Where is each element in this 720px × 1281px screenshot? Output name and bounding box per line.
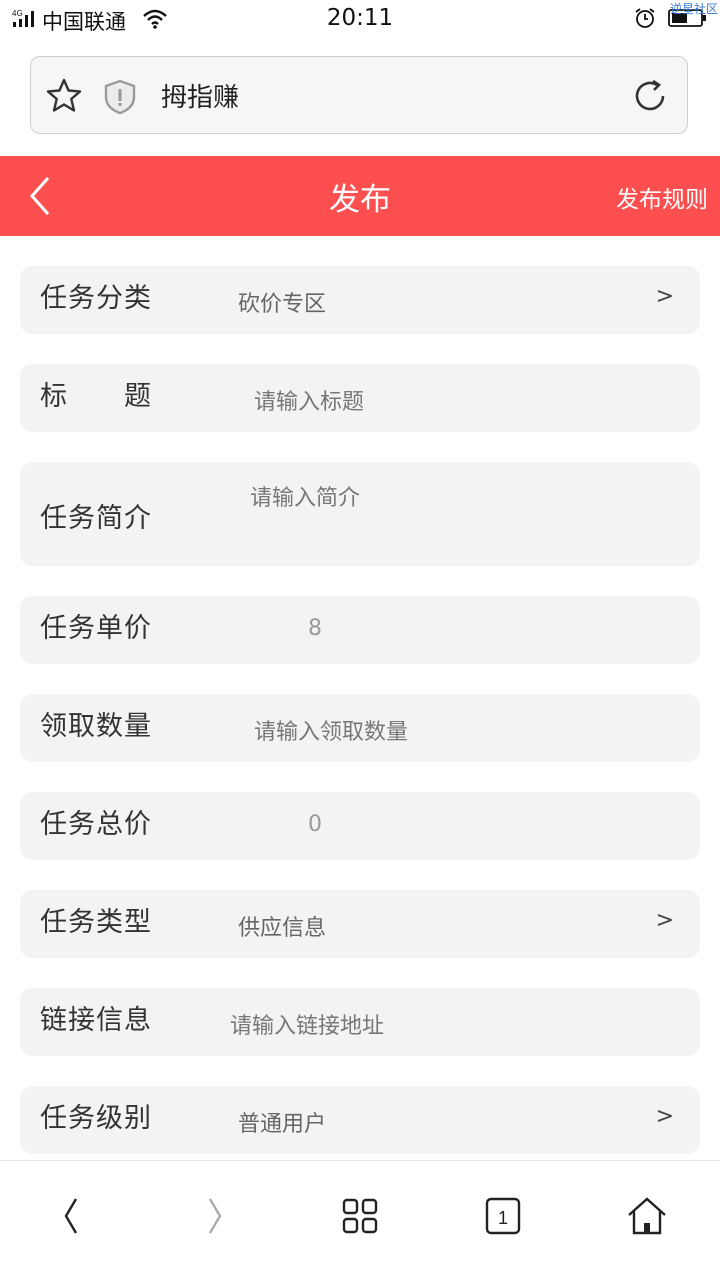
- clock-time: 20:11: [326, 5, 394, 31]
- alarm-icon: [635, 8, 655, 28]
- title-input[interactable]: 请输入标题: [254, 384, 364, 416]
- type-select[interactable]: 供应信息: [238, 910, 326, 942]
- level-select[interactable]: 普通用户: [238, 1106, 326, 1138]
- watermark-text: 逆星社区: [670, 2, 719, 16]
- title-row[interactable]: 标 题 请输入标题: [20, 364, 700, 432]
- quantity-input[interactable]: 请输入领取数量: [254, 714, 408, 746]
- page-header: 发布 发布规则: [0, 156, 720, 236]
- back-arrow-icon[interactable]: [46, 1191, 96, 1241]
- quantity-label: 领取数量: [40, 711, 152, 742]
- intro-row[interactable]: 任务简介 请输入简介: [20, 462, 700, 566]
- category-row[interactable]: 任务分类 砍价专区 >: [20, 266, 700, 334]
- status-bar: 4G 中国联通 20:11 逆星社区: [0, 0, 720, 40]
- quantity-row[interactable]: 领取数量 请输入领取数量: [20, 694, 700, 762]
- browser-bottom-bar: 1: [0, 1160, 720, 1281]
- link-input[interactable]: 请输入链接地址: [230, 1008, 384, 1040]
- title-label: 标 题: [40, 381, 152, 412]
- total-price-label: 任务总价: [40, 809, 152, 840]
- unit-price-label: 任务单价: [40, 613, 152, 644]
- intro-label: 任务简介: [40, 503, 152, 534]
- tab-count: 1: [498, 1208, 508, 1228]
- forward-arrow-icon[interactable]: [190, 1191, 240, 1241]
- tabs-icon[interactable]: 1: [478, 1191, 528, 1241]
- total-price-value: 0: [308, 812, 322, 837]
- publish-form: 任务分类 砍价专区 > 标 题 请输入标题 任务简介 请输入简介 任务单价 8 …: [20, 266, 700, 1184]
- chevron-right-icon[interactable]: >: [656, 284, 674, 309]
- shield-icon[interactable]: [103, 79, 137, 115]
- unit-price-row[interactable]: 任务单价 8: [20, 596, 700, 664]
- category-select[interactable]: 砍价专区: [238, 286, 326, 318]
- page-title: 发布: [329, 182, 391, 218]
- link-row[interactable]: 链接信息 请输入链接地址: [20, 988, 700, 1056]
- star-icon[interactable]: [45, 77, 83, 115]
- home-icon[interactable]: [622, 1191, 672, 1241]
- link-label: 链接信息: [40, 1005, 152, 1036]
- publish-rules-link[interactable]: 发布规则: [616, 180, 708, 214]
- url-bar[interactable]: 拇指赚: [30, 56, 688, 134]
- type-label: 任务类型: [40, 907, 152, 938]
- intro-textarea[interactable]: 请输入简介: [250, 480, 360, 512]
- grid-menu-icon[interactable]: [335, 1191, 385, 1241]
- chevron-right-icon[interactable]: >: [656, 1104, 674, 1129]
- unit-price-input[interactable]: 8: [308, 616, 322, 641]
- category-label: 任务分类: [40, 283, 152, 314]
- type-row[interactable]: 任务类型 供应信息 >: [20, 890, 700, 958]
- refresh-icon[interactable]: [631, 77, 669, 115]
- total-price-row: 任务总价 0: [20, 792, 700, 860]
- level-row[interactable]: 任务级别 普通用户 >: [20, 1086, 700, 1154]
- chevron-right-icon[interactable]: >: [656, 908, 674, 933]
- url-text[interactable]: 拇指赚: [161, 77, 239, 114]
- level-label: 任务级别: [40, 1103, 152, 1134]
